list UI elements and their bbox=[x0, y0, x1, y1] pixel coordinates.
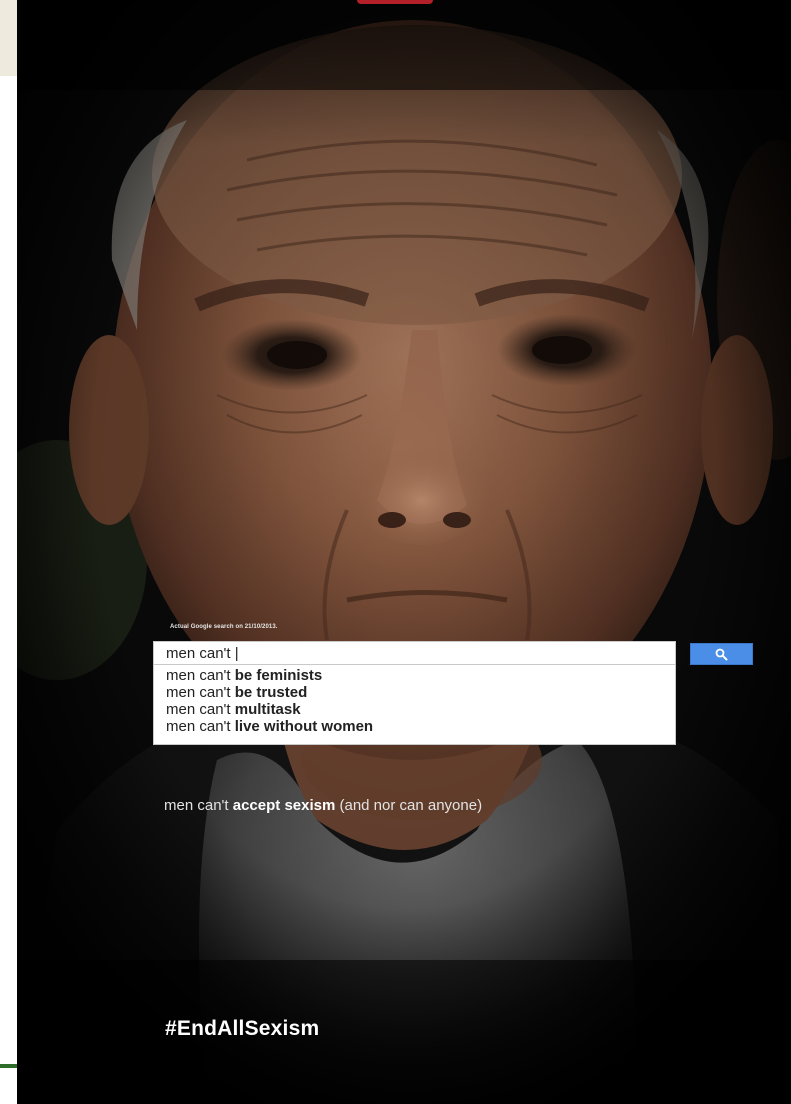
tagline: men can't accept sexism (and nor can any… bbox=[164, 797, 483, 814]
autocomplete-item[interactable]: men can't live without women bbox=[154, 718, 675, 735]
autocomplete-item[interactable]: men can't be trusted bbox=[154, 684, 675, 701]
red-logo-fragment bbox=[357, 0, 433, 4]
page: Actual Google search on 21/10/2013. men … bbox=[0, 0, 791, 1104]
search-query-text: men can't | bbox=[166, 645, 239, 662]
campaign-hashtag: #EndAllSexism bbox=[165, 1017, 320, 1040]
search-date-caption: Actual Google search on 21/10/2013. bbox=[170, 624, 278, 630]
search-button[interactable] bbox=[690, 643, 753, 665]
ad-poster: Actual Google search on 21/10/2013. men … bbox=[17, 0, 791, 1104]
autocomplete-item[interactable]: men can't multitask bbox=[154, 701, 675, 718]
man-face-photo bbox=[17, 0, 791, 1104]
search-input[interactable]: men can't | bbox=[153, 641, 676, 665]
autocomplete-list: men can't be feminists men can't be trus… bbox=[153, 665, 676, 745]
search-icon bbox=[715, 648, 728, 661]
autocomplete-item[interactable]: men can't be feminists bbox=[154, 667, 675, 684]
